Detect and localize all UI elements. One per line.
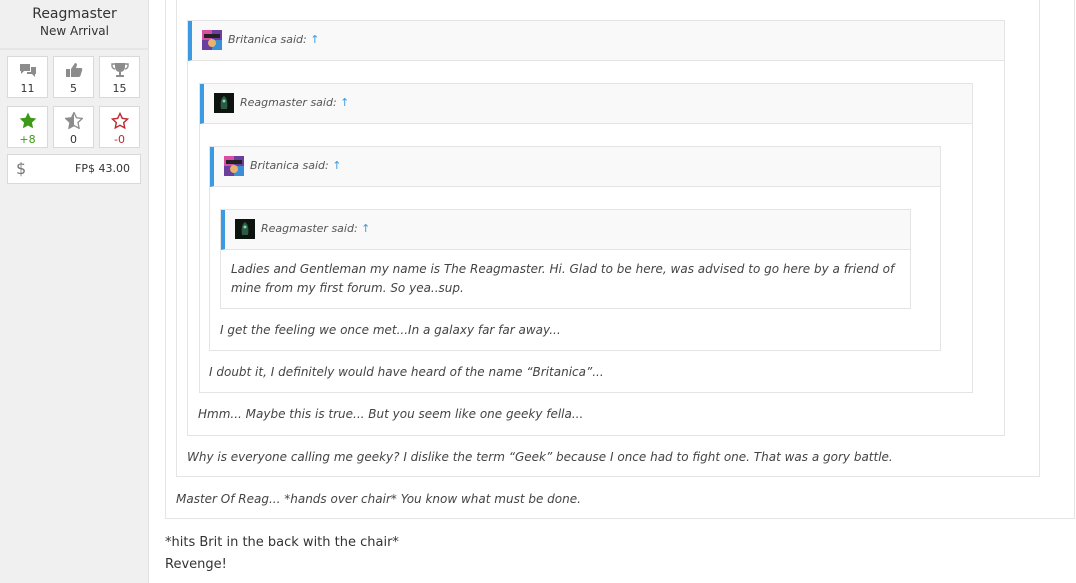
quote-text: Master Of Reag... *hands over chair* You… [176, 492, 581, 506]
stat-neutral-rating[interactable]: 0 [53, 106, 94, 148]
avatar[interactable] [235, 219, 255, 239]
trophy-points: 15 [112, 82, 127, 95]
half-star-icon [64, 112, 83, 129]
dollar-icon: $ [16, 159, 27, 178]
quote-author[interactable]: Reagmaster said: ↑ [240, 96, 349, 109]
quote-text: I get the feeling we once met...In a gal… [220, 323, 561, 337]
quote-author[interactable]: Britanica said: ↑ [228, 33, 319, 46]
quote-level-6: Reagmaster said: ↑ Ladies and Gentleman … [220, 209, 911, 309]
quote-header: Reagmaster said: ↑ [200, 84, 972, 124]
avatar[interactable] [224, 156, 244, 176]
star-icon [19, 112, 36, 129]
avatar[interactable] [202, 30, 222, 50]
stat-messages[interactable]: 11 [7, 56, 48, 98]
post-text-line: *hits Brit in the back with the chair* [165, 535, 399, 550]
negative-rating-count: -0 [114, 133, 125, 146]
quote-author[interactable]: Britanica said: ↑ [250, 159, 341, 172]
quote-author[interactable]: Reagmaster said: ↑ [261, 222, 370, 235]
quote-text: I doubt it, I definitely would have hear… [209, 365, 604, 379]
empty-star-icon [110, 112, 129, 129]
positive-rating-count: +8 [19, 133, 36, 146]
quote-header: Britanica said: ↑ [210, 147, 940, 187]
quote-text: Ladies and Gentleman my name is The Reag… [231, 262, 895, 295]
jump-to-post-icon[interactable]: ↑ [310, 33, 319, 46]
quote-text: Why is everyone calling me geeky? I disl… [187, 450, 893, 464]
likes-count: 5 [70, 82, 77, 95]
thumbs-up-icon [65, 63, 82, 77]
stat-negative-rating[interactable]: -0 [99, 106, 140, 148]
stat-positive-rating[interactable]: +8 [7, 106, 48, 148]
post-text-line: Revenge! [165, 557, 227, 572]
quote-header: Britanica said: ↑ [188, 21, 1004, 61]
divider [0, 48, 149, 50]
username[interactable]: Reagmaster [0, 6, 149, 22]
quote-text: Hmm... Maybe this is true... But you see… [198, 407, 584, 421]
trophy-icon [110, 63, 129, 77]
neutral-rating-count: 0 [70, 133, 77, 146]
messages-count: 11 [20, 82, 35, 95]
jump-to-post-icon[interactable]: ↑ [332, 159, 341, 172]
jump-to-post-icon[interactable]: ↑ [340, 96, 349, 109]
fp-balance[interactable]: $ FP$ 43.00 [7, 154, 141, 184]
quote-header: Reagmaster said: ↑ [221, 210, 910, 250]
stat-trophies[interactable]: 15 [99, 56, 140, 98]
comments-icon [19, 64, 36, 77]
avatar[interactable] [214, 93, 234, 113]
user-title: New Arrival [40, 24, 109, 38]
stat-likes[interactable]: 5 [53, 56, 94, 98]
fp-balance-value: FP$ 43.00 [75, 162, 130, 175]
user-sidebar: Reagmaster New Arrival 11 5 15 +8 0 -0 $… [0, 0, 149, 583]
jump-to-post-icon[interactable]: ↑ [361, 222, 370, 235]
